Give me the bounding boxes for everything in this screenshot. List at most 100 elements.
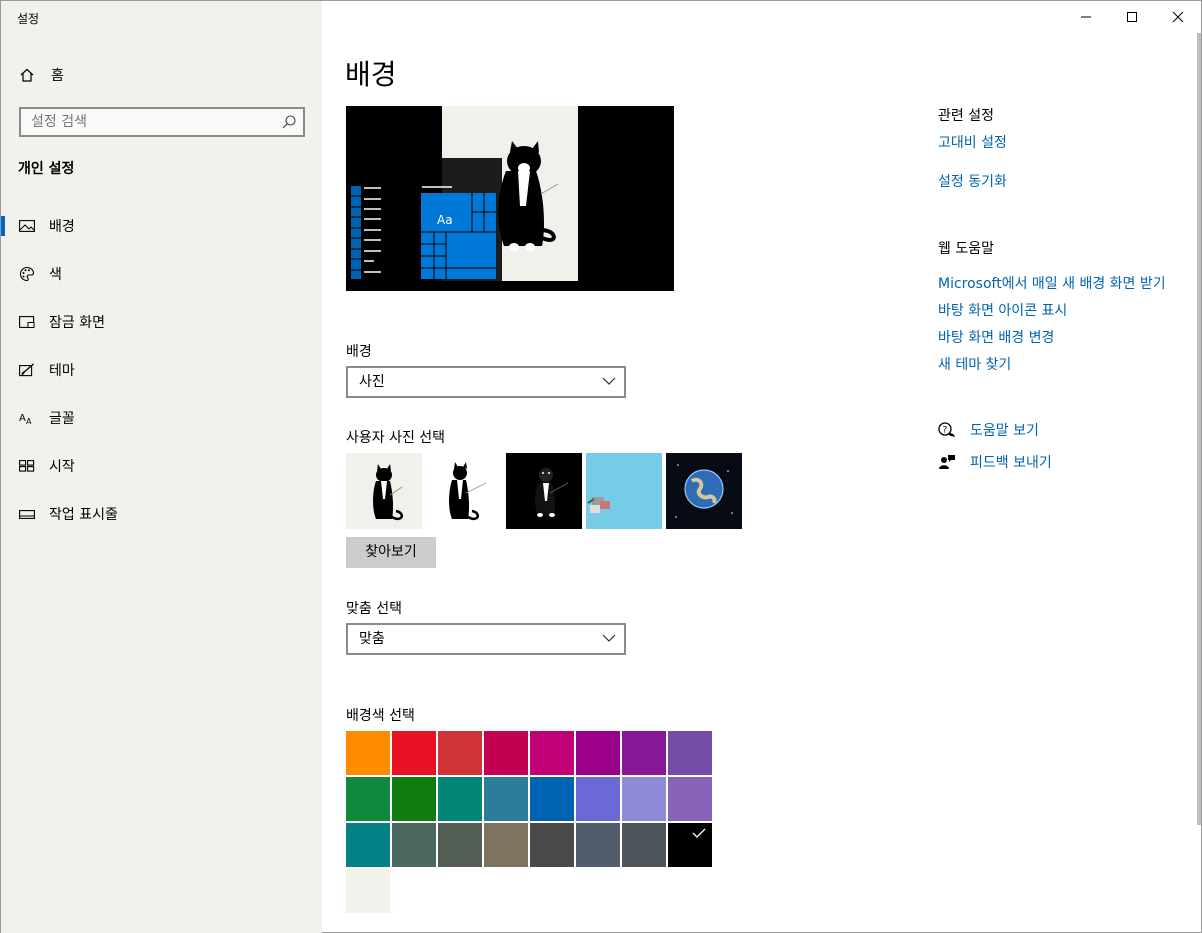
choose-picture-label: 사용자 사진 선택	[346, 430, 446, 446]
svg-text:A: A	[26, 417, 32, 425]
lock-screen-icon	[19, 314, 35, 330]
sidebar-item-label: 작업 표시줄	[49, 507, 118, 523]
color-swatch[interactable]	[392, 731, 436, 775]
picture-thumbnail[interactable]	[506, 453, 582, 529]
close-button[interactable]	[1155, 1, 1201, 33]
change-desktop-background-link[interactable]: 바탕 화면 배경 변경	[938, 327, 1054, 347]
search-icon[interactable]	[281, 114, 297, 130]
color-swatch[interactable]	[438, 777, 482, 821]
color-swatch[interactable]	[622, 777, 666, 821]
maximize-icon	[1127, 12, 1137, 22]
palette-icon	[19, 266, 35, 282]
daily-wallpaper-link[interactable]: Microsoft에서 매일 새 배경 화면 받기	[938, 273, 1166, 293]
sidebar-item-lock-screen[interactable]: 잠금 화면	[1, 298, 322, 346]
background-label: 배경	[346, 344, 372, 360]
color-swatch[interactable]	[530, 823, 574, 867]
color-swatch[interactable]	[530, 731, 574, 775]
get-help-link[interactable]: ? 도움말 보기	[938, 420, 1039, 440]
sidebar-nav: 배경 색 잠금 화면 테마 AA 글꼴 시작 작업 표시줄	[1, 202, 322, 538]
color-swatch[interactable]	[576, 823, 620, 867]
background-dropdown[interactable]: 사진	[346, 366, 626, 398]
app-title: 설정	[17, 12, 40, 26]
sidebar-item-color[interactable]: 색	[1, 250, 322, 298]
sidebar: 설정 홈 개인 설정 배경 색 잠	[1, 1, 322, 933]
web-help-title: 웹 도움말	[938, 241, 994, 257]
chevron-down-icon	[602, 634, 616, 642]
sidebar-item-theme[interactable]: 테마	[1, 346, 322, 394]
color-swatch[interactable]	[622, 823, 666, 867]
color-swatch[interactable]	[484, 823, 528, 867]
color-swatch[interactable]	[438, 731, 482, 775]
color-swatch[interactable]	[438, 823, 482, 867]
find-themes-link[interactable]: 새 테마 찾기	[938, 354, 1011, 374]
svg-text:A: A	[19, 413, 26, 424]
minimize-button[interactable]	[1063, 1, 1109, 33]
sidebar-item-taskbar[interactable]: 작업 표시줄	[1, 490, 322, 538]
color-swatch[interactable]	[484, 777, 528, 821]
color-swatch[interactable]	[346, 731, 390, 775]
color-swatch[interactable]	[346, 823, 390, 867]
page-title: 배경	[345, 58, 397, 91]
high-contrast-link[interactable]: 고대비 설정	[938, 132, 1007, 152]
color-swatch[interactable]	[668, 823, 712, 867]
color-swatch[interactable]	[392, 777, 436, 821]
picture-thumbnail[interactable]	[346, 453, 422, 529]
color-swatches	[346, 731, 714, 913]
color-swatch[interactable]	[484, 731, 528, 775]
section-title: 개인 설정	[18, 161, 75, 177]
desktop-preview: Aa	[346, 106, 674, 291]
fit-dropdown[interactable]: 맞춤	[346, 623, 626, 655]
font-icon: AA	[19, 410, 35, 426]
color-swatch[interactable]	[668, 777, 712, 821]
checkmark-icon	[692, 828, 706, 838]
preview-wallpaper: Aa	[346, 106, 674, 291]
start-icon	[19, 458, 35, 474]
sidebar-item-label: 잠금 화면	[49, 315, 105, 331]
background-color-label: 배경색 선택	[346, 708, 415, 724]
picture-thumbnails	[346, 453, 742, 529]
home-nav-item[interactable]: 홈	[19, 65, 64, 85]
picture-thumbnail[interactable]	[586, 453, 662, 529]
fit-dropdown-value: 맞춤	[359, 631, 385, 647]
sidebar-item-label: 색	[49, 267, 62, 283]
color-swatch[interactable]	[530, 777, 574, 821]
taskbar-icon	[19, 506, 35, 522]
search-input[interactable]	[21, 109, 261, 135]
preview-tile-text: Aa	[437, 213, 453, 227]
color-swatch[interactable]	[576, 731, 620, 775]
chevron-down-icon	[602, 377, 616, 385]
sidebar-item-font[interactable]: AA 글꼴	[1, 394, 322, 442]
close-icon	[1172, 11, 1184, 23]
sidebar-item-label: 글꼴	[49, 411, 75, 427]
sidebar-item-background[interactable]: 배경	[1, 202, 322, 250]
maximize-button[interactable]	[1109, 1, 1155, 33]
sidebar-item-start[interactable]: 시작	[1, 442, 322, 490]
home-icon	[20, 68, 34, 82]
send-feedback-link[interactable]: 피드백 보내기	[938, 452, 1052, 472]
picture-icon	[19, 218, 35, 234]
desktop-icons-link[interactable]: 바탕 화면 아이콘 표시	[938, 300, 1067, 320]
theme-icon	[19, 362, 35, 378]
color-swatch[interactable]	[346, 869, 390, 913]
sidebar-item-label: 테마	[49, 363, 75, 379]
sidebar-item-label: 시작	[49, 459, 75, 475]
scrollbar[interactable]	[1197, 33, 1201, 825]
color-swatch[interactable]	[392, 823, 436, 867]
sync-settings-link[interactable]: 설정 동기화	[938, 171, 1007, 191]
sidebar-item-label: 배경	[49, 219, 75, 235]
send-feedback-label: 피드백 보내기	[970, 455, 1052, 471]
feedback-icon	[938, 454, 956, 470]
background-dropdown-value: 사진	[359, 374, 385, 390]
color-swatch[interactable]	[622, 731, 666, 775]
color-swatch[interactable]	[346, 777, 390, 821]
browse-button[interactable]: 찾아보기	[346, 537, 436, 568]
home-label: 홈	[51, 68, 64, 84]
picture-thumbnail[interactable]	[426, 453, 502, 529]
color-swatch[interactable]	[668, 731, 712, 775]
minimize-icon	[1081, 16, 1091, 18]
svg-text:?: ?	[943, 426, 948, 436]
color-swatch[interactable]	[576, 777, 620, 821]
search-box[interactable]	[19, 107, 305, 137]
get-help-label: 도움말 보기	[970, 423, 1039, 439]
picture-thumbnail[interactable]	[666, 453, 742, 529]
